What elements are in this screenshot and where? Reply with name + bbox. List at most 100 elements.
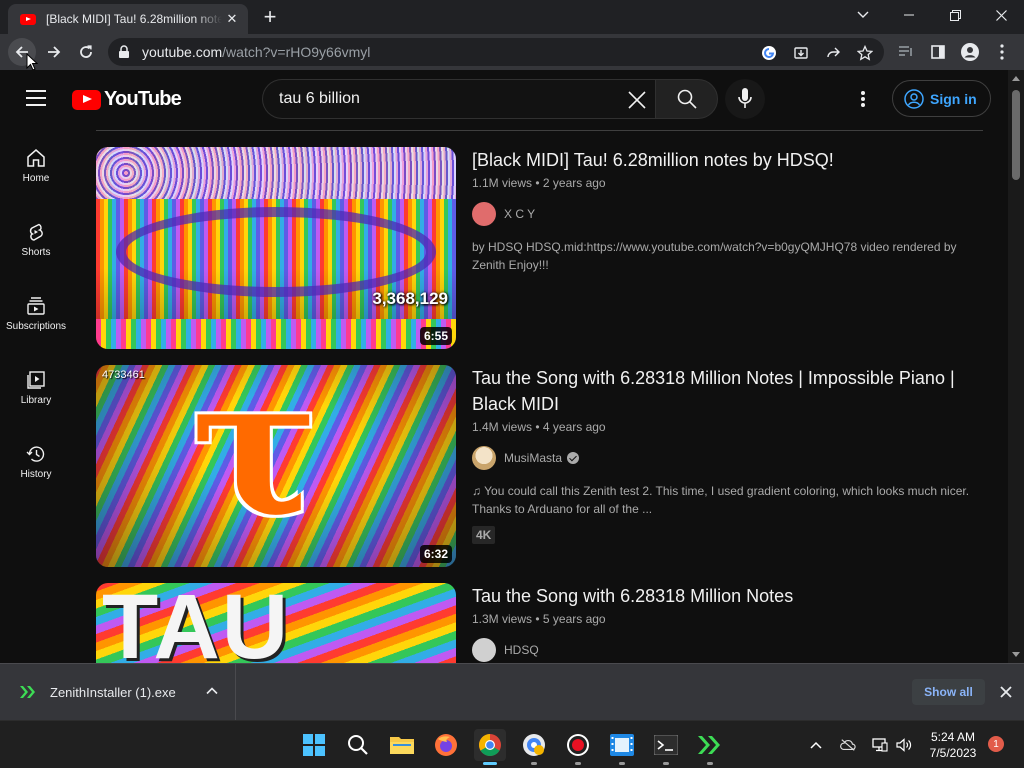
search-icon <box>677 89 697 109</box>
system-clock[interactable]: 5:24 AM 7/5/2023 <box>918 729 988 761</box>
chrome-icon <box>479 734 501 756</box>
tab-title: [Black MIDI] Tau! 6.28million notes by H… <box>46 12 222 26</box>
guide-item-subscriptions[interactable]: Subscriptions <box>0 276 72 350</box>
address-bar[interactable]: youtube.com/watch?v=rHO9y66vmyl <box>108 38 884 66</box>
video-info: [Black MIDI] Tau! 6.28million notes by H… <box>472 147 984 274</box>
network-tray-button[interactable] <box>872 737 888 753</box>
settings-menu-button[interactable] <box>853 89 873 109</box>
clear-search-icon[interactable] <box>625 88 649 112</box>
search-query: tau 6 billion <box>279 90 360 107</box>
microphone-icon <box>738 88 752 108</box>
video-title[interactable]: [Black MIDI] Tau! 6.28million notes by H… <box>472 147 984 173</box>
terminal-taskbar-button[interactable] <box>650 729 682 765</box>
chevron-up-icon[interactable] <box>205 684 219 698</box>
close-icon <box>995 9 1007 21</box>
cloud-offline-icon <box>840 739 856 751</box>
guide-item-history[interactable]: History <box>0 424 72 498</box>
chrome-taskbar-button[interactable] <box>474 729 506 765</box>
video-thumbnail[interactable]: TAU <box>96 583 456 663</box>
search-button[interactable] <box>655 79 718 119</box>
channel-link[interactable]: MusiMasta <box>472 446 984 470</box>
video-duration: 6:32 <box>419 545 452 563</box>
guide-item-shorts[interactable]: Shorts <box>0 202 72 276</box>
close-window-button[interactable] <box>978 0 1024 30</box>
voice-search-button[interactable] <box>725 79 765 119</box>
scroll-up-icon[interactable] <box>1012 76 1020 81</box>
page-scrollbar[interactable] <box>1008 70 1024 663</box>
chrome-profile-taskbar-button[interactable] <box>518 729 550 765</box>
share-icon <box>827 47 840 58</box>
search-input[interactable]: tau 6 billion <box>262 79 655 119</box>
thumbnail-note-counter: 4733461 <box>102 369 145 381</box>
show-hidden-icons-button[interactable] <box>808 737 824 753</box>
browser-tab-active[interactable]: [Black MIDI] Tau! 6.28million notes by H… <box>8 4 248 34</box>
guide-item-home[interactable]: Home <box>0 128 72 202</box>
youtube-header: YouTube tau 6 billion Sign in <box>0 70 1008 128</box>
mouse-cursor-icon <box>26 53 38 71</box>
video-title[interactable]: Tau the Song with 6.28318 Million Notes … <box>472 365 984 417</box>
restore-button[interactable] <box>932 0 978 30</box>
show-all-downloads-button[interactable]: Show all <box>912 679 985 705</box>
taskbar-search-button[interactable] <box>342 729 374 761</box>
home-icon <box>27 149 45 167</box>
file-explorer-button[interactable] <box>386 729 418 761</box>
video-meta: 1.3M views • 5 years ago <box>472 612 606 626</box>
channel-link[interactable]: HDSQ <box>472 638 984 662</box>
thumbnail-piano <box>96 319 456 349</box>
video-title[interactable]: Tau the Song with 6.28318 Million Notes <box>472 583 984 609</box>
start-button[interactable] <box>298 729 330 761</box>
video-result[interactable]: TAU Tau the Song with 6.28318 Million No… <box>96 583 986 663</box>
tab-search-button[interactable] <box>840 0 886 30</box>
chrome-profile-icon <box>523 734 545 756</box>
bookmark-button[interactable] <box>856 44 874 62</box>
onedrive-tray-button[interactable] <box>840 737 856 753</box>
url-path: /watch?v=rHO9y66vmyl <box>222 44 371 60</box>
thumbnail-note-counter: 3,368,129 <box>372 289 448 308</box>
youtube-logo[interactable]: YouTube <box>72 88 182 111</box>
video-result[interactable]: τ 4733461 6:32 Tau the Song with 6.28318… <box>96 365 986 567</box>
video-thumbnail[interactable]: 3,368,129 6:55 <box>96 147 456 349</box>
close-icon[interactable] <box>998 684 1014 700</box>
scroll-down-icon[interactable] <box>1012 652 1020 657</box>
channel-name: HDSQ <box>504 643 539 657</box>
side-panel-button[interactable] <box>924 38 952 66</box>
recorder-taskbar-button[interactable] <box>562 729 594 765</box>
minimize-button[interactable] <box>886 0 932 30</box>
search-icon <box>348 735 368 755</box>
menu-line <box>26 104 46 106</box>
firefox-button[interactable] <box>430 729 462 761</box>
history-icon <box>26 446 45 462</box>
channel-link[interactable]: X C Y <box>472 202 984 226</box>
new-tab-button[interactable]: + <box>259 6 281 28</box>
video-editor-taskbar-button[interactable] <box>606 729 638 765</box>
reload-button[interactable] <box>72 38 100 66</box>
forward-button[interactable] <box>40 38 68 66</box>
tab-close-icon[interactable]: ✕ <box>224 11 240 27</box>
guide-item-library[interactable]: Library <box>0 350 72 424</box>
google-lens-button[interactable] <box>760 44 778 62</box>
share-button[interactable] <box>824 44 842 62</box>
sign-in-button[interactable]: Sign in <box>892 80 991 117</box>
zenith-app-icon <box>20 686 35 698</box>
channel-avatar <box>472 446 496 470</box>
install-app-button[interactable] <box>792 44 810 62</box>
folder-icon <box>390 737 414 754</box>
library-icon <box>27 371 45 389</box>
profile-button[interactable] <box>956 38 984 66</box>
browser-tabstrip: [Black MIDI] Tau! 6.28million notes by H… <box>0 0 1024 34</box>
video-result[interactable]: 3,368,129 6:55 [Black MIDI] Tau! 6.28mil… <box>96 147 986 349</box>
download-item[interactable]: ZenithInstaller (1).exe <box>0 664 236 720</box>
browser-toolbar: youtube.com/watch?v=rHO9y66vmyl <box>0 34 1024 71</box>
chrome-menu-button[interactable] <box>988 38 1016 66</box>
media-controls-button[interactable] <box>892 38 920 66</box>
notification-badge[interactable]: 1 <box>988 736 1004 752</box>
zenith-app-icon <box>698 736 720 754</box>
zenith-taskbar-button[interactable] <box>694 729 726 765</box>
scrollbar-thumb[interactable] <box>1012 90 1020 180</box>
video-thumbnail[interactable]: τ 4733461 6:32 <box>96 365 456 567</box>
volume-tray-button[interactable] <box>896 737 912 753</box>
windows-taskbar: 5:24 AM 7/5/2023 <box>0 720 1024 768</box>
guide-menu-button[interactable] <box>26 90 46 106</box>
channel-name: MusiMasta <box>504 451 563 465</box>
channel-avatar <box>472 202 496 226</box>
